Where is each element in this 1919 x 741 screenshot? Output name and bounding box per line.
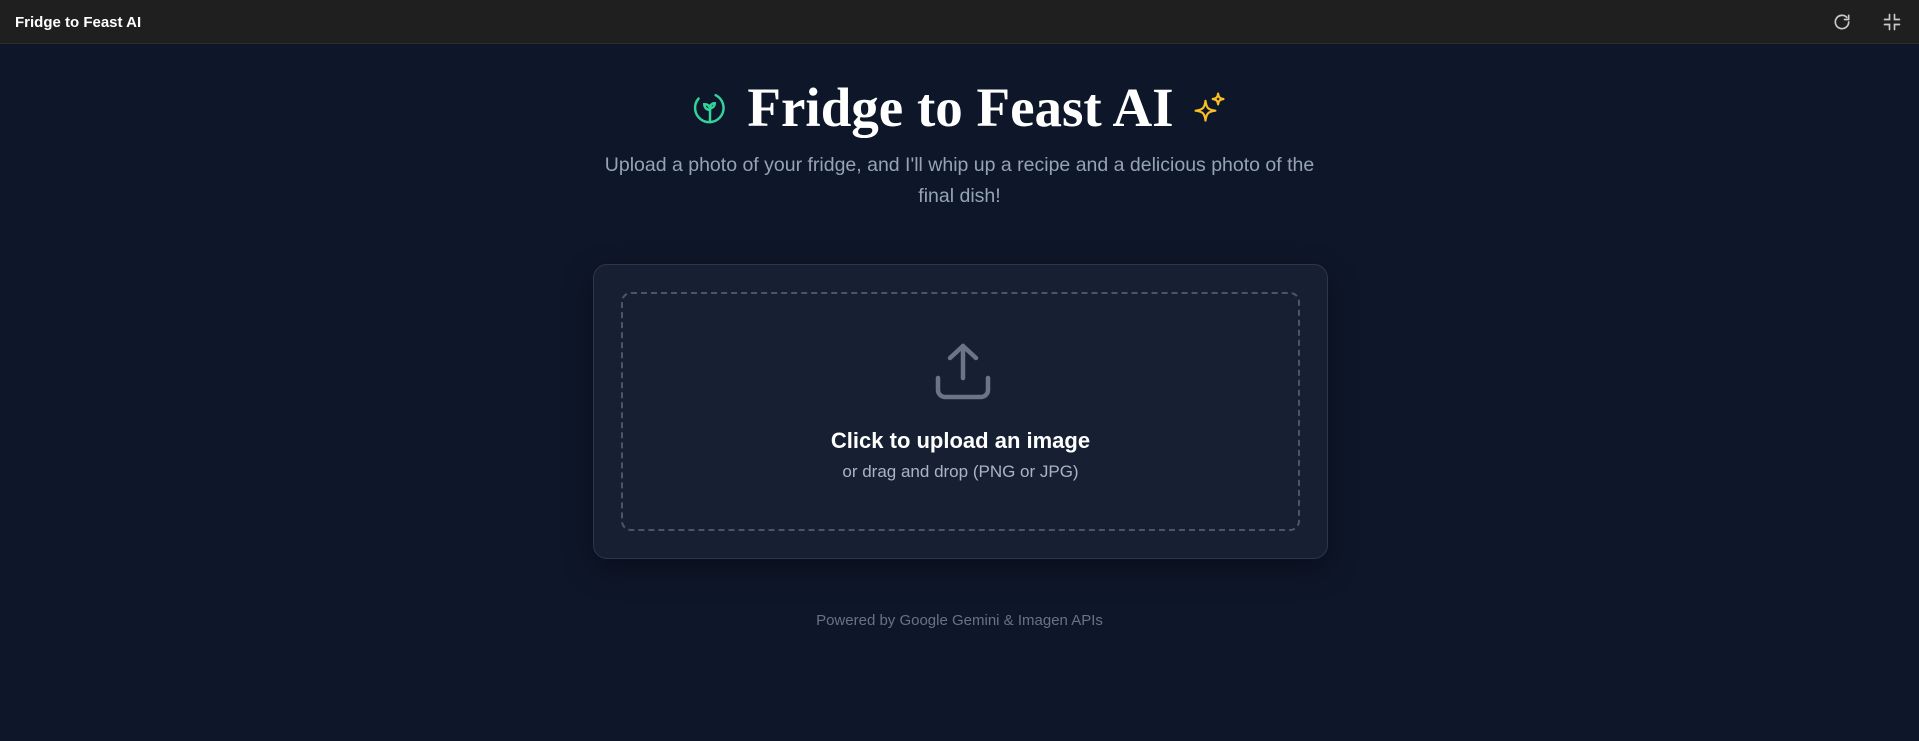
upload-card: Click to upload an image or drag and dro… bbox=[593, 264, 1328, 559]
refresh-button[interactable] bbox=[1830, 10, 1854, 34]
upload-hint: or drag and drop (PNG or JPG) bbox=[842, 462, 1079, 481]
collapse-fullscreen-icon bbox=[1883, 13, 1901, 31]
exit-fullscreen-button[interactable] bbox=[1880, 10, 1904, 34]
sparkles-icon bbox=[1194, 92, 1225, 122]
upload-icon bbox=[935, 343, 991, 400]
refresh-icon bbox=[1834, 14, 1850, 30]
footer-credit: Powered by Google Gemini & Imagen APIs bbox=[816, 612, 1103, 629]
page-subtitle: Upload a photo of your fridge, and I'll … bbox=[604, 154, 1315, 207]
page-header: Fridge to Feast AI Upload a photo of you… bbox=[0, 78, 1919, 212]
title-row: Fridge to Feast AI bbox=[0, 78, 1919, 138]
upload-dropzone[interactable]: Click to upload an image or drag and dro… bbox=[621, 292, 1300, 531]
upload-title: Click to upload an image bbox=[830, 428, 1091, 453]
leaf-icon bbox=[694, 93, 726, 124]
app-title: Fridge to Feast AI bbox=[15, 14, 142, 31]
app-topbar: Fridge to Feast AI bbox=[0, 0, 1919, 44]
page-title: Fridge to Feast AI bbox=[747, 77, 1174, 138]
